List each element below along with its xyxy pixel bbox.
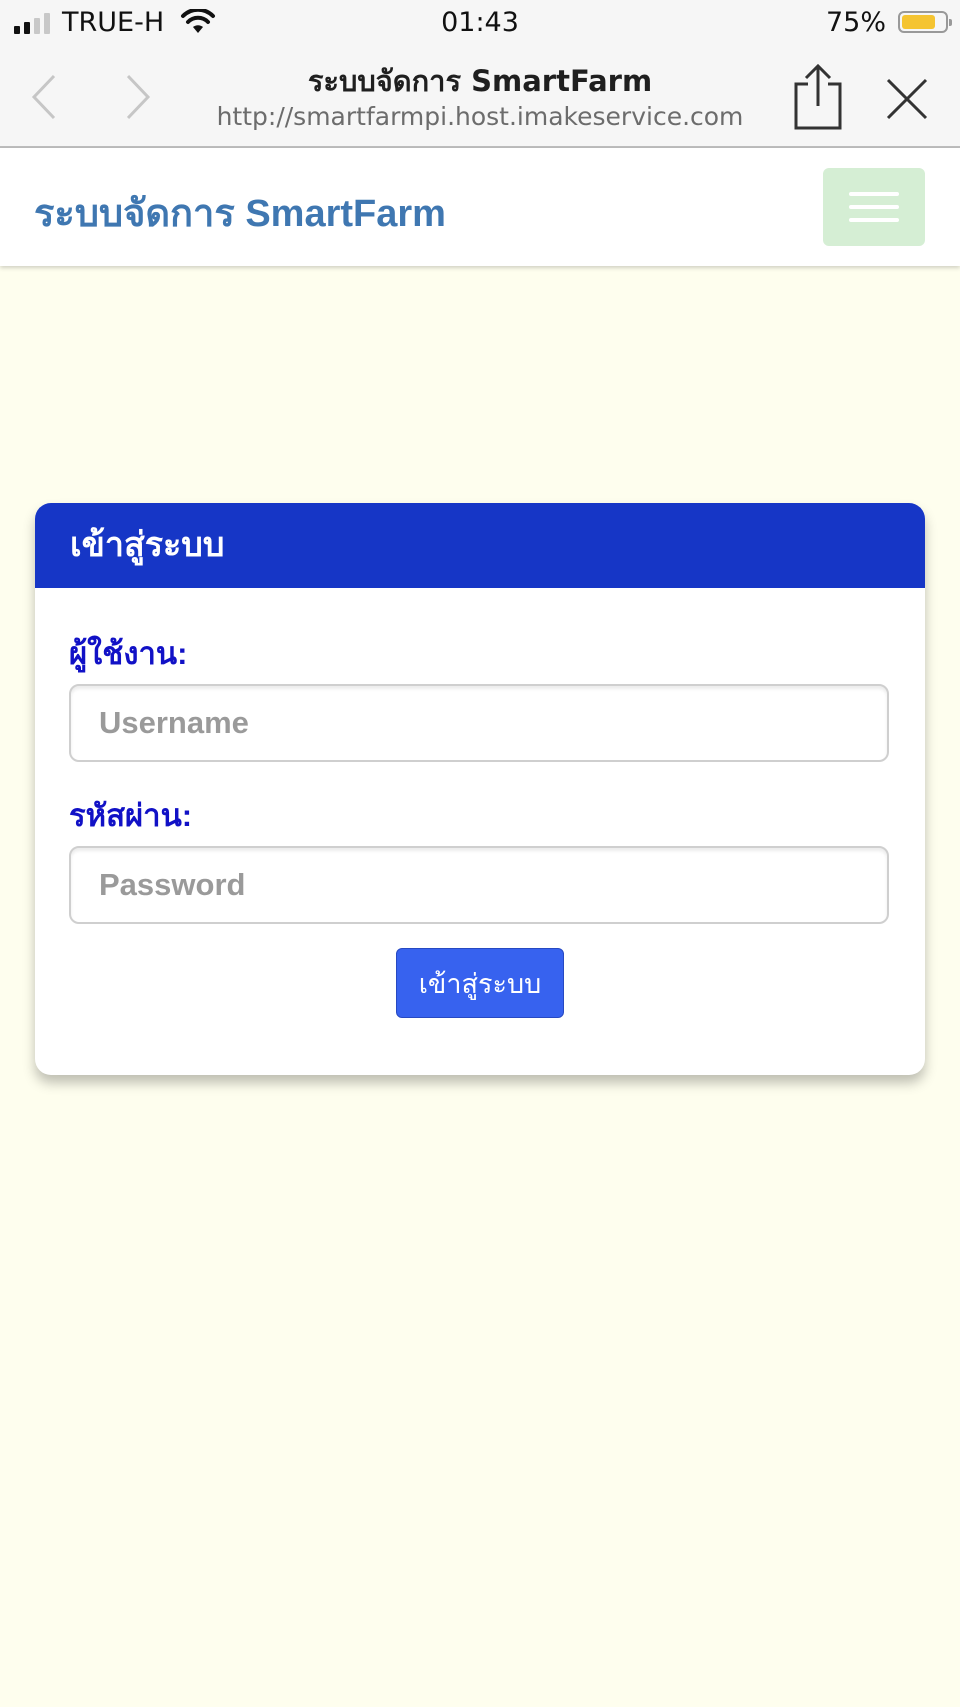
status-bar: TRUE-H 01:43 75% bbox=[0, 0, 960, 46]
clock: 01:43 bbox=[441, 7, 519, 38]
login-card: เข้าสู่ระบบ ผู้ใช้งาน: รหัสผ่าน: เข้าสู่… bbox=[35, 503, 925, 1075]
battery-percent: 75% bbox=[825, 7, 886, 38]
back-arrow-icon[interactable] bbox=[26, 72, 66, 122]
close-icon[interactable] bbox=[884, 76, 930, 122]
browser-url[interactable]: http://smartfarmpi.host.imakeservice.com bbox=[150, 102, 810, 131]
browser-page-title: ระบบจัดการ SmartFarm bbox=[307, 64, 653, 98]
login-button[interactable]: เข้าสู่ระบบ bbox=[396, 948, 564, 1018]
menu-toggle-button[interactable] bbox=[823, 168, 925, 246]
username-label: ผู้ใช้งาน: bbox=[69, 636, 188, 671]
hamburger-icon bbox=[849, 192, 899, 196]
password-input[interactable] bbox=[69, 846, 889, 924]
password-label: รหัสผ่าน: bbox=[69, 798, 193, 833]
browser-toolbar: ระบบจัดการ SmartFarm http://smartfarmpi.… bbox=[0, 46, 960, 148]
battery-icon bbox=[898, 11, 952, 33]
brand-link[interactable]: ระบบจัดการ SmartFarm bbox=[34, 182, 446, 243]
site-navbar: ระบบจัดการ SmartFarm bbox=[0, 148, 960, 266]
share-icon[interactable] bbox=[792, 64, 844, 132]
username-input[interactable] bbox=[69, 684, 889, 762]
login-card-header: เข้าสู่ระบบ bbox=[35, 503, 925, 588]
